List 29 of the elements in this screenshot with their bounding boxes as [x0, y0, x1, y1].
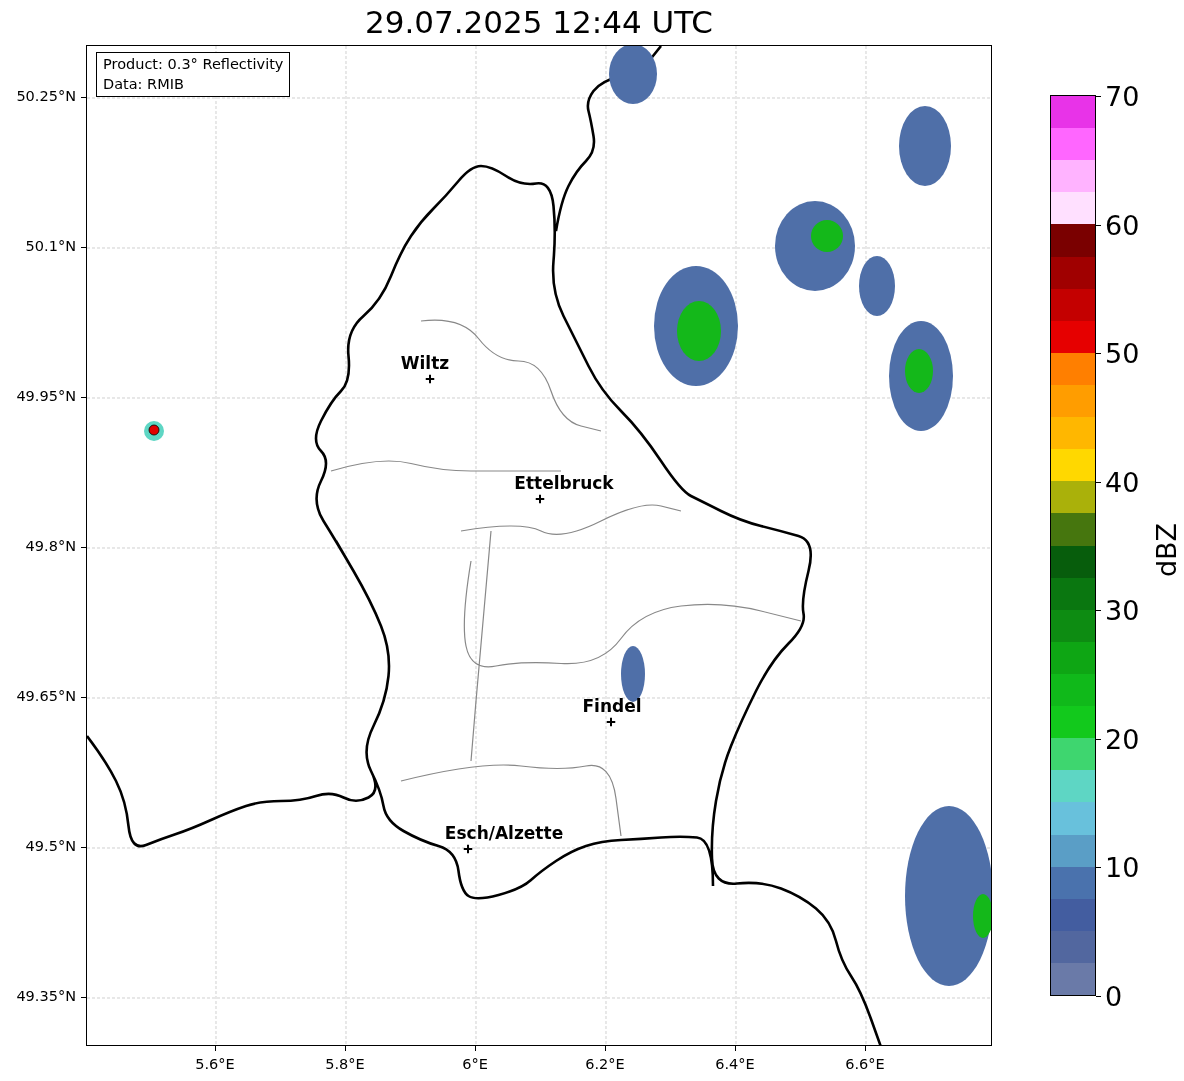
- city-label: Esch/Alzette: [444, 824, 564, 842]
- axis-tick-label: 49.5°N: [25, 837, 76, 857]
- axis-tick-label: 50.25°N: [16, 87, 76, 107]
- colorbar-tick-label: 50: [1105, 339, 1140, 367]
- axis-tick-label: 49.8°N: [25, 537, 76, 557]
- chart-title: 29.07.2025 12:44 UTC: [364, 4, 714, 42]
- axis-tick-label: 49.65°N: [16, 687, 76, 707]
- axis-tick-label: 49.95°N: [16, 387, 76, 407]
- colorbar-tick-label: 60: [1105, 211, 1140, 239]
- axis-tick-label: 50.1°N: [25, 237, 76, 257]
- colorbar-tick-label: 70: [1105, 82, 1140, 110]
- colorbar-tick-label: 20: [1105, 725, 1140, 753]
- axis-tick-label: 6°E: [462, 1055, 488, 1074]
- colorbar-label: dBZ: [1149, 522, 1183, 578]
- info-text: Product: 0.3° Reflectivity: [103, 55, 284, 74]
- city-label: Ettelbruck: [514, 474, 614, 492]
- axis-tick-label: 5.6°E: [195, 1055, 235, 1074]
- colorbar-tick-label: 0: [1105, 982, 1123, 1010]
- axis-tick-label: 6.6°E: [845, 1055, 885, 1074]
- axis-tick-label: 5.8°E: [325, 1055, 365, 1074]
- axis-tick-label: 6.2°E: [585, 1055, 625, 1074]
- city-label: Wiltz: [400, 354, 450, 372]
- colorbar-tick-label: 40: [1105, 468, 1140, 496]
- axis-tick-label: 49.35°N: [16, 987, 76, 1007]
- axis-tick-label: 6.4°E: [715, 1055, 755, 1074]
- colorbar-tick-label: 10: [1105, 853, 1140, 881]
- city-label: Findel: [582, 697, 642, 715]
- info-text: Data: RMIB: [103, 74, 185, 94]
- colorbar-tick-label: 30: [1105, 596, 1140, 624]
